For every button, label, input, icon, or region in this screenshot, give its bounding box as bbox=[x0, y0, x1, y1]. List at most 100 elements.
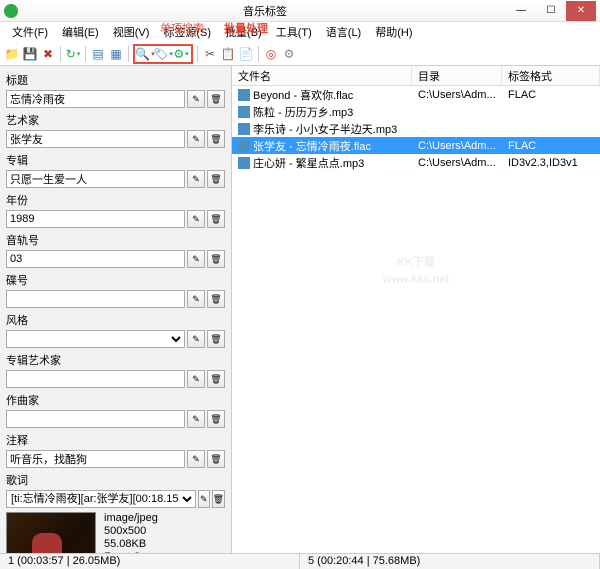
cut-icon[interactable]: ✂ bbox=[202, 46, 218, 62]
year-label: 年份 bbox=[6, 192, 225, 208]
track-edit-button[interactable]: ✎ bbox=[187, 250, 205, 268]
col-filename[interactable]: 文件名 bbox=[232, 66, 412, 85]
disc-label: 碟号 bbox=[6, 272, 225, 288]
title-edit-button[interactable]: ✎ bbox=[187, 90, 205, 108]
menu-source[interactable]: 标签源(S) bbox=[157, 22, 217, 42]
target-icon[interactable]: ◎ bbox=[263, 46, 279, 62]
menubar: 文件(F) 编辑(E) 视图(V) 标签源(S) 批量(B) 工具(T) 语言(… bbox=[0, 22, 600, 42]
file-format: FLAC bbox=[502, 140, 600, 152]
save-icon[interactable]: 💾 bbox=[22, 46, 38, 62]
composer-edit-button[interactable]: ✎ bbox=[187, 410, 205, 428]
album-edit-button[interactable]: ✎ bbox=[187, 170, 205, 188]
track-input[interactable] bbox=[6, 250, 185, 268]
title-del-button[interactable]: 🗑 bbox=[207, 90, 225, 108]
menu-lang[interactable]: 语言(L) bbox=[320, 22, 367, 42]
comment-input[interactable] bbox=[6, 450, 185, 468]
album-del-button[interactable]: 🗑 bbox=[207, 170, 225, 188]
list-icon[interactable]: ▤ bbox=[90, 46, 106, 62]
album-input[interactable] bbox=[6, 170, 185, 188]
file-format: FLAC bbox=[502, 89, 600, 101]
lyrics-del-button[interactable]: 🗑 bbox=[212, 490, 225, 508]
file-name: 李乐诗 - 小小女子半边天.mp3 bbox=[253, 121, 397, 137]
maximize-button[interactable]: ☐ bbox=[536, 1, 566, 21]
file-row[interactable]: 陈粒 - 历历万乡.mp3 bbox=[232, 103, 600, 120]
genre-edit-button[interactable]: ✎ bbox=[187, 330, 205, 348]
disc-input[interactable] bbox=[6, 290, 185, 308]
disc-edit-button[interactable]: ✎ bbox=[187, 290, 205, 308]
paste-icon[interactable]: 📄 bbox=[238, 46, 254, 62]
composer-label: 作曲家 bbox=[6, 392, 225, 408]
main-area: 标题 ✎🗑 艺术家 ✎🗑 专辑 ✎🗑 年份 ✎🗑 音轨号 ✎🗑 碟号 ✎🗑 风格… bbox=[0, 66, 600, 553]
lyrics-edit-button[interactable]: ✎ bbox=[198, 490, 210, 508]
close-button[interactable]: ✕ bbox=[566, 1, 596, 21]
artist-input[interactable] bbox=[6, 130, 185, 148]
file-header: 文件名 目录 标签格式 bbox=[232, 66, 600, 86]
track-del-button[interactable]: 🗑 bbox=[207, 250, 225, 268]
albumartist-label: 专辑艺术家 bbox=[6, 352, 225, 368]
year-input[interactable] bbox=[6, 210, 185, 228]
batch-toolbox: 🔍 🏷 ⚙ bbox=[133, 44, 193, 64]
menu-file[interactable]: 文件(F) bbox=[6, 22, 54, 42]
composer-del-button[interactable]: 🗑 bbox=[207, 410, 225, 428]
refresh-icon[interactable]: ↻ bbox=[65, 46, 81, 62]
copy-icon[interactable]: 📋 bbox=[220, 46, 236, 62]
cover-filesize: 55.08KB bbox=[104, 538, 162, 550]
menu-tool[interactable]: 工具(T) bbox=[270, 22, 318, 42]
cover-meta: image/jpeg 500x500 55.08KB Front Cover 覆… bbox=[104, 512, 162, 553]
open-icon[interactable]: 📁 bbox=[4, 46, 20, 62]
status-right: 5 (00:20:44 | 75.68MB) bbox=[300, 554, 600, 569]
status-left: 1 (00:03:57 | 26.05MB) bbox=[0, 554, 300, 569]
tag-sidebar: 标题 ✎🗑 艺术家 ✎🗑 专辑 ✎🗑 年份 ✎🗑 音轨号 ✎🗑 碟号 ✎🗑 风格… bbox=[0, 66, 232, 553]
app-icon bbox=[4, 4, 18, 18]
file-format: ID3v2.3,ID3v1 bbox=[502, 157, 600, 169]
file-row[interactable]: 张学友 - 忘情冷雨夜.flacC:\Users\Adm...FLAC bbox=[232, 137, 600, 154]
genre-select[interactable] bbox=[6, 330, 185, 348]
comment-edit-button[interactable]: ✎ bbox=[187, 450, 205, 468]
file-row[interactable]: 庄心妍 - 繁星点点.mp3C:\Users\Adm...ID3v2.3,ID3… bbox=[232, 154, 600, 171]
menu-help[interactable]: 帮助(H) bbox=[369, 22, 418, 42]
batch-icon[interactable]: ⚙ bbox=[173, 46, 189, 62]
cover-image[interactable] bbox=[6, 512, 96, 553]
lyrics-label: 歌词 bbox=[6, 472, 225, 488]
file-icon bbox=[238, 89, 250, 101]
file-pane: KK下载www.kkx.net 文件名 目录 标签格式 Beyond - 喜欢你… bbox=[232, 66, 600, 553]
menu-view[interactable]: 视图(V) bbox=[107, 22, 156, 42]
file-name: 张学友 - 忘情冷雨夜.flac bbox=[253, 138, 371, 154]
cover-mime: image/jpeg bbox=[104, 512, 162, 524]
albumartist-del-button[interactable]: 🗑 bbox=[207, 370, 225, 388]
cover-area: image/jpeg 500x500 55.08KB Front Cover 覆… bbox=[6, 512, 225, 553]
file-name: Beyond - 喜欢你.flac bbox=[253, 87, 353, 103]
menu-edit[interactable]: 编辑(E) bbox=[56, 22, 105, 42]
window-controls: — ☐ ✕ bbox=[506, 1, 596, 21]
albumartist-edit-button[interactable]: ✎ bbox=[187, 370, 205, 388]
file-dir: C:\Users\Adm... bbox=[412, 157, 502, 169]
file-name: 陈粒 - 历历万乡.mp3 bbox=[253, 104, 353, 120]
file-row[interactable]: 李乐诗 - 小小女子半边天.mp3 bbox=[232, 120, 600, 137]
year-edit-button[interactable]: ✎ bbox=[187, 210, 205, 228]
window-title: 音乐标签 bbox=[24, 3, 506, 19]
year-del-button[interactable]: 🗑 bbox=[207, 210, 225, 228]
file-row[interactable]: Beyond - 喜欢你.flacC:\Users\Adm...FLAC bbox=[232, 86, 600, 103]
lyrics-select[interactable]: [ti:忘情冷雨夜][ar:张学友][00:18.15 bbox=[6, 490, 196, 508]
col-dir[interactable]: 目录 bbox=[412, 66, 502, 85]
menu-batch[interactable]: 批量(B) bbox=[219, 22, 268, 42]
tag-icon[interactable]: 🏷 bbox=[155, 46, 171, 62]
album-label: 专辑 bbox=[6, 152, 225, 168]
minimize-button[interactable]: — bbox=[506, 1, 536, 21]
artist-del-button[interactable]: 🗑 bbox=[207, 130, 225, 148]
genre-del-button[interactable]: 🗑 bbox=[207, 330, 225, 348]
toolbar: 📁 💾 ✖ ↻ ▤ ▦ 🔍 🏷 ⚙ ✂ 📋 📄 ◎ ⚙ bbox=[0, 42, 600, 66]
title-input[interactable] bbox=[6, 90, 185, 108]
albumartist-input[interactable] bbox=[6, 370, 185, 388]
search-icon[interactable]: 🔍 bbox=[137, 46, 153, 62]
composer-input[interactable] bbox=[6, 410, 185, 428]
col-format[interactable]: 标签格式 bbox=[502, 66, 600, 85]
file-icon bbox=[238, 123, 250, 135]
delete-icon[interactable]: ✖ bbox=[40, 46, 56, 62]
artist-edit-button[interactable]: ✎ bbox=[187, 130, 205, 148]
settings-icon[interactable]: ⚙ bbox=[281, 46, 297, 62]
grid-icon[interactable]: ▦ bbox=[108, 46, 124, 62]
comment-del-button[interactable]: 🗑 bbox=[207, 450, 225, 468]
disc-del-button[interactable]: 🗑 bbox=[207, 290, 225, 308]
file-icon bbox=[238, 157, 250, 169]
